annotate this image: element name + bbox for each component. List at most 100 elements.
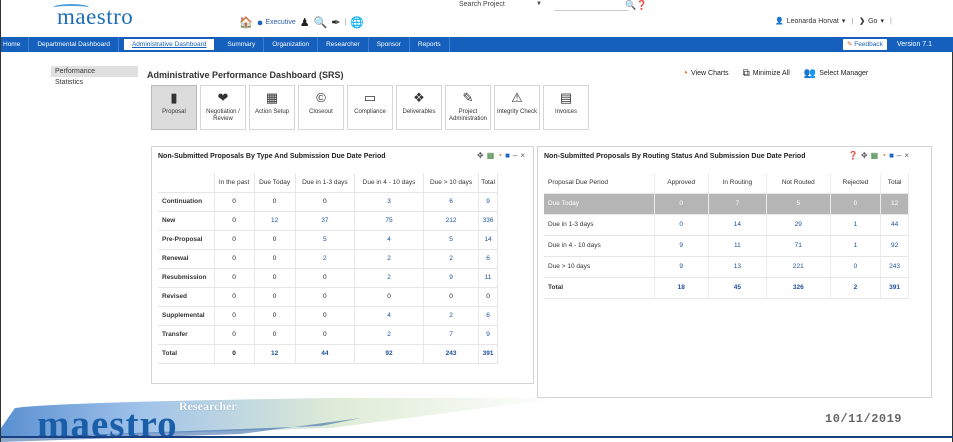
- tile-compliance[interactable]: ▭ Compliance: [347, 85, 393, 130]
- user-name[interactable]: Leonarda Horvat: [787, 18, 839, 25]
- table-cell[interactable]: 6: [478, 306, 498, 326]
- table-row[interactable]: Due > 10 days 9 13 221 0 243: [544, 256, 909, 278]
- executive-label[interactable]: Executive: [265, 19, 295, 26]
- org-chart-icon[interactable]: ♟: [300, 16, 310, 29]
- table-cell[interactable]: 4: [354, 306, 424, 326]
- table-cell[interactable]: 5: [423, 230, 480, 250]
- table-cell[interactable]: 6: [423, 192, 480, 212]
- table-cell[interactable]: 326: [766, 277, 831, 299]
- table-cell[interactable]: 44: [880, 214, 909, 236]
- excel-icon[interactable]: ▦: [871, 151, 879, 160]
- table-cell[interactable]: 9: [654, 235, 709, 257]
- table-cell[interactable]: 9: [423, 268, 480, 288]
- nav-home[interactable]: Home: [1, 37, 30, 52]
- table-cell[interactable]: 2: [354, 249, 424, 269]
- nav-organization[interactable]: Organization: [264, 37, 319, 52]
- table-cell[interactable]: 71: [766, 235, 831, 257]
- table-cell[interactable]: 12: [254, 344, 296, 364]
- table-cell[interactable]: 2: [830, 277, 882, 299]
- view-charts-icon[interactable]: ◔: [682, 68, 688, 79]
- table-cell[interactable]: 0: [830, 256, 882, 278]
- table-cell[interactable]: 11: [478, 268, 498, 288]
- table-cell[interactable]: 9: [478, 325, 498, 345]
- table-cell[interactable]: 2: [423, 306, 480, 326]
- tile-proposal[interactable]: ▮ Proposal: [151, 85, 197, 130]
- chart-icon[interactable]: ◔: [881, 151, 886, 160]
- executive-icon[interactable]: ●: [257, 17, 264, 29]
- table-cell[interactable]: 391: [478, 344, 498, 364]
- table-cell[interactable]: 336: [478, 211, 498, 231]
- table-cell[interactable]: 5: [295, 230, 356, 250]
- nav-reports[interactable]: Reports: [410, 37, 450, 52]
- chart-icon[interactable]: ◔: [497, 151, 502, 160]
- user-menu[interactable]: 👤 Leonarda Horvat ▾ | ❯ Go ▾ |: [775, 17, 895, 26]
- minimize-all-icon[interactable]: ⧉: [743, 68, 750, 79]
- feedback-button[interactable]: ✎ Feedback: [843, 39, 887, 50]
- table-cell[interactable]: 44: [295, 344, 356, 364]
- sidebar-item-performance[interactable]: Performance: [51, 66, 138, 77]
- tile-closeout[interactable]: © Closeout: [298, 85, 344, 130]
- maestro-logo[interactable]: maestro: [53, 4, 133, 30]
- table-cell[interactable]: 92: [354, 344, 424, 364]
- table-cell[interactable]: 0: [654, 214, 709, 236]
- table-cell[interactable]: 37: [295, 211, 356, 231]
- view-charts-button[interactable]: View Charts: [691, 70, 729, 77]
- search-input[interactable]: [554, 0, 629, 11]
- table-cell[interactable]: 243: [880, 256, 909, 278]
- settings-icon[interactable]: ■: [505, 151, 510, 160]
- table-cell[interactable]: 45: [708, 277, 767, 299]
- go-arrow-icon[interactable]: ❯: [859, 17, 865, 25]
- nav-administrative-dashboard[interactable]: Administrative Dashboard: [122, 38, 216, 51]
- table-cell[interactable]: 4: [354, 230, 424, 250]
- table-cell[interactable]: 5: [766, 193, 831, 215]
- table-cell[interactable]: 221: [766, 256, 831, 278]
- table-cell[interactable]: 6: [478, 249, 498, 269]
- search-scope-select[interactable]: Project: [483, 1, 531, 8]
- nav-departmental-dashboard[interactable]: Departmental Dashboard: [29, 37, 119, 52]
- help-icon[interactable]: ❓: [848, 151, 858, 160]
- table-row[interactable]: Due Today 0 7 5 0 12: [544, 193, 909, 215]
- table-row[interactable]: Due in 1-3 days 0 14 29 1 44: [544, 214, 909, 236]
- excel-icon[interactable]: ▦: [487, 151, 495, 160]
- table-cell[interactable]: 14: [478, 230, 498, 250]
- table-cell[interactable]: 7: [423, 325, 480, 345]
- chevron-down-icon[interactable]: ▼: [536, 1, 542, 7]
- tile-deliverables[interactable]: ❖ Deliverables: [396, 85, 442, 130]
- table-cell[interactable]: 14: [708, 214, 767, 236]
- minimize-all-button[interactable]: Minimize All: [753, 70, 790, 77]
- table-cell[interactable]: 2: [423, 249, 480, 269]
- select-manager-icon[interactable]: 👥: [804, 68, 816, 79]
- table-cell[interactable]: 2: [354, 325, 424, 345]
- go-label[interactable]: Go: [868, 18, 877, 25]
- table-cell[interactable]: 243: [423, 344, 480, 364]
- table-cell[interactable]: 0: [830, 193, 882, 215]
- table-cell[interactable]: 11: [708, 235, 767, 257]
- nav-summary[interactable]: Summary: [219, 37, 265, 52]
- minimize-icon[interactable]: –: [897, 151, 901, 160]
- table-cell[interactable]: 3: [354, 192, 424, 212]
- table-cell[interactable]: 13: [708, 256, 767, 278]
- tile-project-administration[interactable]: ✎ Project Administration: [445, 85, 491, 130]
- close-icon[interactable]: ×: [904, 151, 909, 160]
- select-manager-button[interactable]: Select Manager: [819, 70, 868, 77]
- table-cell[interactable]: 18: [654, 277, 709, 299]
- table-cell[interactable]: 12: [254, 211, 296, 231]
- globe-icon[interactable]: 🌐: [350, 16, 364, 29]
- table-cell[interactable]: 2: [354, 268, 424, 288]
- table-cell[interactable]: 0: [654, 193, 709, 215]
- table-cell[interactable]: 12: [880, 193, 909, 215]
- table-cell[interactable]: 92: [880, 235, 909, 257]
- home-icon[interactable]: 🏠: [239, 16, 253, 29]
- nav-sponsor[interactable]: Sponsor: [369, 37, 410, 52]
- tile-invoices[interactable]: ▤ Invoices: [543, 85, 589, 130]
- sidebar-item-statistics[interactable]: Statistics: [51, 77, 138, 88]
- table-cell[interactable]: 9: [654, 256, 709, 278]
- table-row[interactable]: Total 18 45 326 2 391: [544, 277, 909, 299]
- table-cell[interactable]: 1: [830, 235, 882, 257]
- table-cell[interactable]: 9: [478, 192, 498, 212]
- table-row[interactable]: Due in 4 - 10 days 9 11 71 1 92: [544, 235, 909, 257]
- tile-negotiation-review[interactable]: ❤ Negotiation / Review: [200, 85, 246, 130]
- tile-action-setup[interactable]: ▦ Action Setup: [249, 85, 295, 130]
- close-icon[interactable]: ×: [520, 151, 525, 160]
- table-cell[interactable]: 391: [880, 277, 909, 299]
